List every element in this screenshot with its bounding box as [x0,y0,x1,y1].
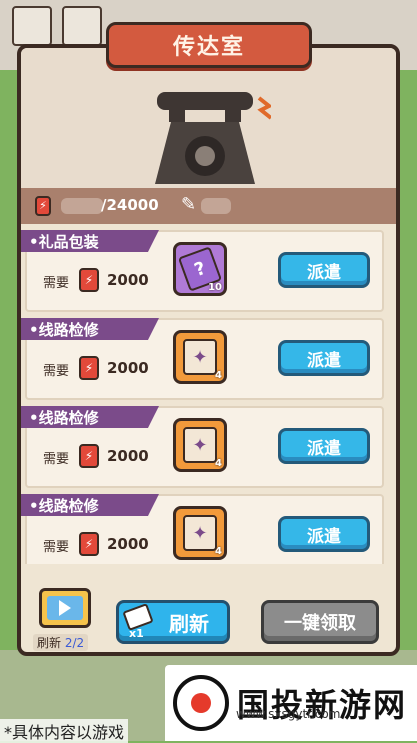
panel-title: 传达室 [106,22,312,68]
energy-info-strip: ⚡ /24000 ✎ [21,188,396,224]
watermark-url: www.sxsgytr.com [236,707,341,721]
energy-can-icon: ⚡ [79,356,99,380]
need-value: 2000 [107,359,149,377]
task-name: •线路检修 [21,318,159,340]
panel-footer: 刷新 2/2 x1 刷新 一键领取 [21,568,396,652]
map-card-icon: ✦ [183,427,217,463]
energy-can-icon: ⚡ [79,444,99,468]
task-name: •礼品包装 [21,230,159,252]
need-value: 2000 [107,447,149,465]
dispatch-button[interactable]: 派遣 [278,516,370,552]
refresh-count-label: 刷新 2/2 [33,634,89,651]
hud-icon[interactable] [62,6,102,46]
map-card-icon: ✦ [183,339,217,375]
need-value: 2000 [107,535,149,553]
quill-icon: ✎ [181,194,197,215]
reward-count: 4 [215,370,222,381]
quill-count-blurred [201,198,231,214]
energy-can-icon: ⚡ [79,268,99,292]
reward-item[interactable]: ✦ 4 [173,506,227,560]
task-row: •礼品包装 需要 ⚡ 2000 ? 10 派遣 [21,230,384,312]
mailroom-panel: ⚡ /24000 ✎ •礼品包装 需要 ⚡ 2000 ? 10 派遣 •线路检修… [17,44,400,656]
player-avatar[interactable] [12,6,52,46]
need-label: 需要 [43,276,70,291]
need-value: 2000 [107,271,149,289]
watermark-logo [173,675,229,731]
refresh-count: 2/2 [64,636,85,650]
watermark: 国投新游网 [165,665,417,741]
video-refresh-button[interactable] [39,588,91,628]
refresh-button[interactable]: x1 刷新 [116,600,230,644]
task-row: •线路检修 需要 ⚡ 2000 ✦ 4 派遣 [21,406,384,488]
task-row: •线路检修 需要 ⚡ 2000 ✦ 4 派遣 [21,318,384,400]
task-list[interactable]: •礼品包装 需要 ⚡ 2000 ? 10 派遣 •线路检修 需要 ⚡ 2000 … [21,224,396,564]
phone-illustration-area [21,48,396,188]
map-card-icon: ✦ [183,515,217,551]
task-row: •线路检修 需要 ⚡ 2000 ✦ 4 派遣 [21,494,384,564]
refresh-button-label: 刷新 [169,611,209,636]
reward-item[interactable]: ? 10 [173,242,227,296]
reward-count: 4 [215,458,222,469]
energy-total: /24000 [101,196,159,214]
task-name: •线路检修 [21,494,159,516]
play-icon [59,600,71,616]
disclaimer-text: *具体内容以游戏 [0,719,129,743]
energy-current-blurred [61,198,103,214]
need-label: 需要 [43,364,70,379]
reward-count: 10 [208,282,222,293]
dispatch-button[interactable]: 派遣 [278,428,370,464]
dispatch-button[interactable]: 派遣 [278,252,370,288]
reward-item[interactable]: ✦ 4 [173,330,227,384]
need-label: 需要 [43,452,70,467]
refresh-cost: x1 [129,627,144,640]
collect-all-button[interactable]: 一键领取 [261,600,379,644]
reward-count: 4 [215,546,222,557]
energy-can-icon: ⚡ [35,196,51,216]
refresh-count-text: 刷新 [37,636,62,650]
need-label: 需要 [43,540,70,555]
task-name: •线路检修 [21,406,159,428]
energy-can-icon: ⚡ [79,532,99,556]
reward-item[interactable]: ✦ 4 [173,418,227,472]
telephone-icon [155,92,271,184]
dispatch-button[interactable]: 派遣 [278,340,370,376]
